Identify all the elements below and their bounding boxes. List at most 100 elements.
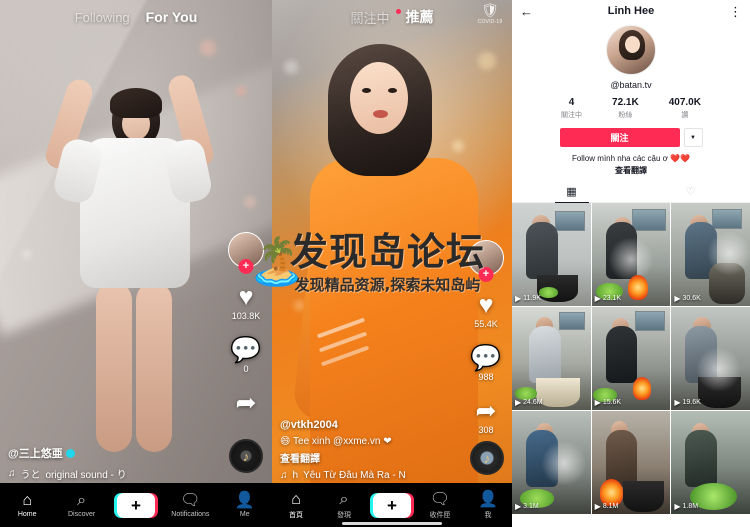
video-thumbnail[interactable]: ▶ 23.1K	[591, 203, 671, 306]
music-prefix: うと	[20, 470, 41, 481]
bokeh-dot	[284, 60, 298, 74]
video-thumbnail[interactable]: ▶ 19.6K	[671, 307, 750, 410]
home-indicator	[342, 522, 442, 525]
search-icon: ⌕	[339, 490, 349, 508]
thumb-art	[591, 307, 671, 410]
video-view-count: ▶ 11.9K	[515, 294, 541, 303]
comment-button[interactable]: 💬 0	[226, 337, 266, 374]
play-icon: ▶	[515, 502, 522, 511]
home-icon: ⌂	[22, 492, 33, 509]
inbox-icon: 🗨	[429, 490, 451, 508]
video-thumbnail[interactable]: ▶ 1.8M	[671, 411, 750, 514]
view-count-text: 23.1K	[602, 295, 622, 302]
nav-me[interactable]: 👤 我	[464, 491, 512, 520]
nav-discover[interactable]: ⌕ Discover	[54, 492, 108, 518]
liked-lock-icon: ♡	[685, 186, 696, 198]
stat-likes-label: 讚	[681, 112, 689, 119]
nav-home[interactable]: ⌂ 首頁	[272, 491, 320, 520]
home-icon: ⌂	[291, 490, 301, 508]
nav-inbox[interactable]: 🗨 收件匣	[416, 491, 464, 520]
video-view-count: ▶ 23.1K	[595, 294, 621, 303]
music-info[interactable]: ♫ h Yêu Từ Đâu Mà Ra - N	[280, 470, 406, 481]
tab-following[interactable]: Following	[75, 10, 130, 25]
caption-description: 😄 Tee xinh @xxme.vn ❤	[280, 435, 392, 447]
back-arrow-icon[interactable]: ←	[520, 5, 533, 18]
bokeh-dot	[200, 40, 216, 56]
video-caption: @三上悠亜 ♫ うと original sound - り	[8, 445, 127, 481]
tab-following[interactable]: 關注中	[350, 8, 389, 27]
author-username[interactable]: @vtkh2004	[280, 419, 406, 431]
create-icon[interactable]: +	[113, 492, 158, 518]
thumb-art	[591, 203, 671, 306]
view-count-text: 30.6K	[682, 295, 701, 302]
more-options-icon[interactable]: ⋮	[729, 5, 742, 18]
tab-for-you[interactable]: For You	[146, 9, 198, 25]
subject-leg-left	[96, 282, 132, 452]
author-avatar[interactable]: +	[228, 232, 264, 274]
nav-home[interactable]: ⌂ Home	[0, 492, 54, 518]
create-icon[interactable]: +	[370, 492, 414, 518]
music-info[interactable]: ♫ うと original sound - り	[8, 466, 127, 481]
stat-following-value: 4	[568, 97, 575, 108]
video-thumbnail[interactable]: ▶ 3.1M	[512, 411, 591, 514]
nav-create[interactable]: +	[109, 492, 163, 518]
follow-plus-button[interactable]: +	[478, 267, 494, 282]
search-icon: ⌕	[77, 492, 87, 509]
profile-tabs: ▦ ♡	[512, 182, 750, 203]
like-button[interactable]: ♥ 103.8K	[226, 284, 266, 321]
covid-info-button[interactable]: 🛡 COVID-19	[476, 3, 504, 26]
stat-likes[interactable]: 407.0K 讚	[669, 97, 701, 120]
author-username[interactable]: @三上悠亜	[8, 445, 127, 461]
view-count-text: 11.9K	[523, 295, 541, 302]
video-thumbnail[interactable]: ▶ 11.9K	[512, 203, 591, 306]
nav-me[interactable]: 👤 Me	[218, 492, 272, 518]
follow-button[interactable]: 關注	[559, 128, 680, 147]
share-button[interactable]: ➦ 308	[466, 398, 506, 435]
thumb-art	[512, 411, 591, 514]
view-count-text: 8.1M	[602, 503, 619, 510]
video-view-count: ▶ 15.6K	[595, 398, 621, 407]
nav-notifications[interactable]: 🗨 Notifications	[163, 492, 217, 518]
nav-discover[interactable]: ⌕ 發現	[320, 491, 368, 520]
verified-badge-icon	[65, 448, 75, 458]
video-thumbnail[interactable]: ▶ 8.1M	[591, 411, 671, 514]
stat-following-label: 關注中	[561, 112, 583, 119]
video-thumbnail[interactable]: ▶ 15.6K	[591, 307, 671, 410]
page-title: Linh Hee	[607, 5, 655, 17]
stat-followers[interactable]: 72.1K 粉絲	[612, 97, 639, 120]
comment-button[interactable]: 💬 988	[466, 345, 506, 382]
avatar[interactable]	[606, 25, 656, 75]
nav-create[interactable]: +	[368, 492, 416, 518]
see-translation-link[interactable]: 查看翻譯	[512, 165, 750, 176]
action-rail: + ♥ 103.8K 💬 0 ➦	[226, 232, 266, 416]
music-disc[interactable]: ♪	[229, 439, 263, 473]
thumb-art	[591, 411, 671, 514]
author-avatar[interactable]: +	[468, 240, 504, 282]
profile-actions: 關注 ▼	[512, 128, 750, 147]
music-note-icon: ♪	[483, 450, 491, 466]
nav-home-label: Home	[17, 511, 37, 518]
comment-count: 0	[243, 364, 249, 374]
share-icon: ➦	[235, 389, 257, 417]
video-thumbnail[interactable]: ▶ 24.6M	[512, 307, 591, 410]
follow-plus-button[interactable]: +	[238, 259, 254, 274]
chevron-down-icon[interactable]: ▼	[683, 128, 703, 147]
like-button[interactable]: ♥ 55.4K	[466, 292, 506, 329]
tiktok-feed-english-panel: Following For You + ♥ 103.8K 💬 0 ➦ ♪ @三上…	[0, 0, 272, 527]
video-thumbnail[interactable]: ▶ 30.6K	[671, 203, 750, 306]
play-icon: ▶	[674, 502, 681, 511]
like-count: 103.8K	[231, 311, 261, 321]
see-translation-link[interactable]: 查看翻譯	[280, 450, 406, 465]
create-plus-label: +	[116, 492, 155, 518]
tab-videos[interactable]: ▦	[512, 182, 631, 202]
stat-following[interactable]: 4 關注中	[561, 97, 582, 120]
music-disc[interactable]: ♪	[470, 441, 504, 475]
tab-for-you[interactable]: 推薦	[406, 7, 434, 27]
comment-icon: 💬	[230, 336, 262, 364]
play-icon: ▶	[594, 294, 601, 303]
share-button[interactable]: ➦	[226, 390, 266, 416]
nav-discover-label: Discover	[67, 511, 96, 518]
subject-eye-left	[362, 88, 371, 93]
tab-liked[interactable]: ♡	[631, 182, 750, 202]
video-view-count: ▶ 1.8M	[674, 502, 698, 511]
